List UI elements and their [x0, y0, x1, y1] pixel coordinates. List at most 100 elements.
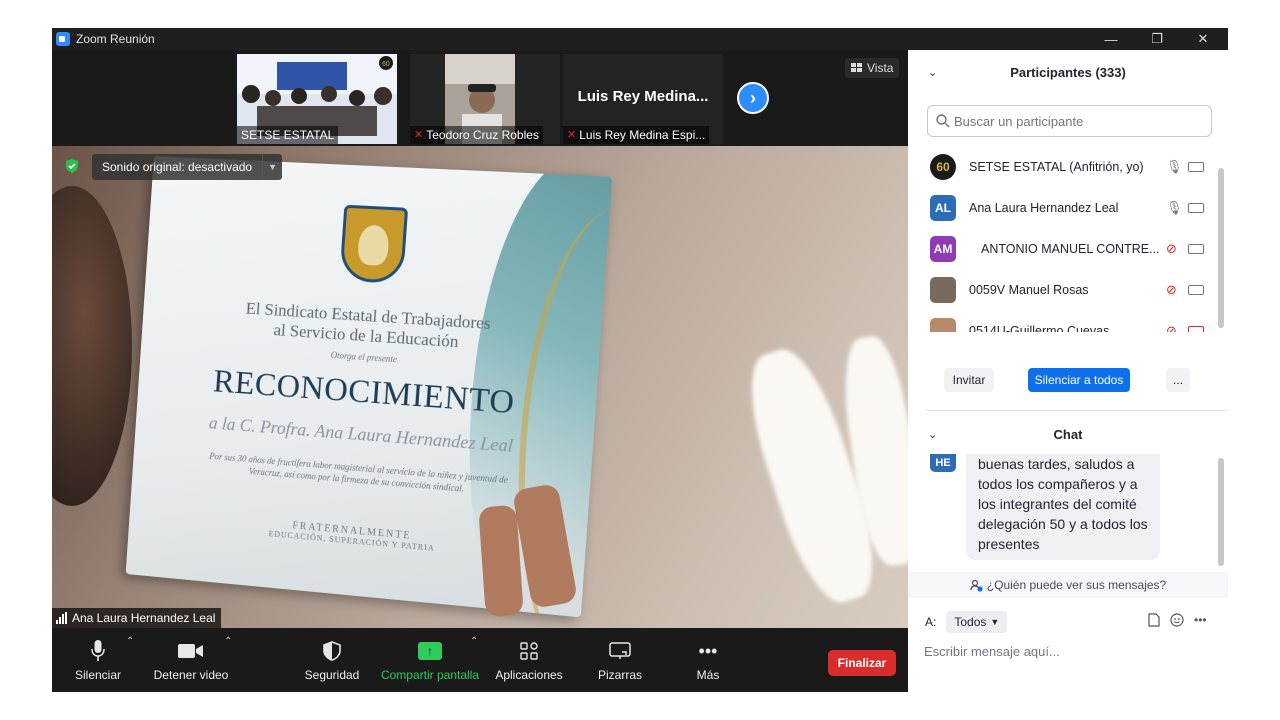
thumbnail-name: ✕ Teodoro Cruz Robles	[410, 126, 543, 144]
apps-icon	[520, 638, 538, 664]
participant-name: 0059V Manuel Rosas	[969, 283, 1089, 297]
whiteboards-button[interactable]: Pizarras	[590, 628, 650, 692]
whiteboard-icon	[609, 638, 631, 664]
speaker-name: Ana Laura Hernandez Leal	[72, 611, 215, 625]
svg-text:60: 60	[382, 61, 390, 68]
share-screen-button[interactable]: ↑ Compartir pantalla	[380, 628, 480, 692]
share-screen-icon: ↑	[418, 642, 442, 660]
invite-button[interactable]: Invitar	[944, 368, 994, 392]
encryption-shield-icon[interactable]	[64, 158, 80, 174]
signal-bars-icon	[56, 612, 67, 624]
search-icon	[936, 114, 950, 128]
muted-microphone-icon[interactable]: ⊘	[1166, 282, 1177, 298]
chat-message-input[interactable]	[924, 640, 1214, 662]
thumbnail-teodoro[interactable]: ✕ Teodoro Cruz Robles	[410, 54, 560, 144]
participant-name: Ana Laura Hernandez Leal	[969, 201, 1118, 215]
more-button[interactable]: ••• Más	[682, 628, 734, 692]
emoji-icon[interactable]	[1170, 613, 1184, 627]
muted-microphone-icon[interactable]: ⊘	[1166, 241, 1177, 257]
chat-message: buenas tardes, saludos a todos los compa…	[966, 454, 1160, 560]
restore-button[interactable]: ❐	[1134, 28, 1180, 50]
participant-scrollbar[interactable]	[1218, 168, 1224, 328]
mute-button[interactable]: Silenciar	[70, 628, 126, 692]
file-icon[interactable]	[1148, 613, 1160, 627]
participant-row[interactable]: 60 SETSE ESTATAL (Anfitrión, yo) 🎙	[908, 146, 1218, 187]
chat-title: Chat	[1054, 427, 1083, 442]
participant-name: SETSE ESTATAL (Anfitrión, yo)	[969, 160, 1144, 174]
sender-avatar: HE	[930, 454, 956, 472]
window-title: Zoom Reunión	[76, 32, 155, 46]
security-button[interactable]: Seguridad	[302, 628, 362, 692]
next-page-button[interactable]: ›	[737, 82, 769, 114]
grid-icon	[851, 63, 862, 73]
who-can-see-messages[interactable]: ¿Quién puede ver sus mensajes?	[908, 572, 1228, 598]
stop-video-button[interactable]: Detener video	[152, 628, 230, 692]
who-can-see-label: ¿Quién puede ver sus mensajes?	[987, 578, 1166, 592]
security-label: Seguridad	[305, 668, 360, 682]
chat-tools: •••	[1148, 613, 1207, 627]
avatar	[930, 318, 956, 333]
participants-header: ⌄ Participantes (333)	[908, 50, 1228, 94]
certificate-closing: FRATERNALMENTE EDUCACIÓN, SUPERACIÓN Y PA…	[195, 512, 513, 560]
zoom-logo-icon	[56, 32, 70, 46]
close-button[interactable]: ✕	[1180, 28, 1226, 50]
participant-row[interactable]: AM ANTONIO MANUEL CONTRE... ⊘	[908, 228, 1218, 269]
video-camera-icon	[178, 638, 204, 664]
share-options-caret-icon[interactable]: ⌃	[470, 636, 478, 647]
participant-search-input[interactable]	[954, 114, 1194, 129]
apps-button[interactable]: Aplicaciones	[492, 628, 566, 692]
end-meeting-button[interactable]: Finalizar	[828, 650, 896, 676]
recipient-dropdown[interactable]: Todos ▼	[946, 611, 1007, 633]
view-button-label: Vista	[867, 61, 893, 75]
security-shield-icon	[323, 638, 341, 664]
meeting-area: 60 SETSE ESTATAL ✕ Teodoro Cruz Robles Lu…	[52, 50, 908, 692]
video-camera-icon[interactable]	[1188, 244, 1204, 254]
participant-name: 0514U-Guillermo Cuevas	[969, 324, 1109, 333]
participant-row[interactable]: 0514U-Guillermo Cuevas ⊘	[908, 310, 1218, 332]
mute-options-caret-icon[interactable]: ⌃	[126, 636, 134, 647]
share-screen-label: Compartir pantalla	[381, 668, 479, 682]
muted-microphone-icon[interactable]: ⊘	[1166, 323, 1177, 333]
avatar	[930, 277, 956, 303]
chat-messages: HE buenas tardes, saludos a todos los co…	[908, 454, 1228, 570]
apps-label: Aplicaciones	[495, 668, 562, 682]
participant-row[interactable]: AL Ana Laura Hernandez Leal 🎙	[908, 187, 1218, 228]
video-camera-icon[interactable]	[1188, 162, 1204, 172]
participant-list: 60 SETSE ESTATAL (Anfitrión, yo) 🎙 AL An…	[908, 144, 1228, 332]
collapse-chevron-icon[interactable]: ⌄	[928, 66, 937, 79]
microphone-icon[interactable]: 🎙	[1166, 159, 1183, 175]
ellipsis-icon: •••	[699, 638, 718, 664]
video-off-icon[interactable]	[1188, 326, 1204, 333]
mute-all-button[interactable]: Silenciar a todos	[1028, 368, 1130, 392]
participant-row[interactable]: 0059V Manuel Rosas ⊘	[908, 269, 1218, 310]
video-options-caret-icon[interactable]: ⌃	[224, 636, 232, 647]
participants-more-button[interactable]: ...	[1166, 368, 1190, 392]
chat-scrollbar[interactable]	[1218, 458, 1224, 566]
side-panel: ⌄ Participantes (333) 60 SETSE ESTATAL (…	[908, 50, 1228, 692]
participant-search[interactable]	[927, 105, 1212, 137]
thumbnail-name: ✕ Luis Rey Medina Espi...	[563, 126, 709, 144]
thumbnail-luis[interactable]: Luis Rey Medina... ✕ Luis Rey Medina Espi…	[563, 54, 723, 144]
video-camera-icon[interactable]	[1188, 285, 1204, 295]
caret-down-icon[interactable]: ▼	[262, 154, 282, 180]
video-camera-icon[interactable]	[1188, 203, 1204, 213]
collapse-chevron-icon[interactable]: ⌄	[928, 428, 937, 441]
participant-name: ANTONIO MANUEL CONTRE...	[981, 242, 1160, 256]
minimize-button[interactable]: —	[1088, 28, 1134, 50]
muted-mic-icon: ✕	[414, 126, 423, 144]
avatar: AM	[930, 236, 956, 262]
hand-finger	[478, 505, 524, 617]
original-sound-toggle[interactable]: Sonido original: desactivado ▼	[92, 154, 282, 180]
participants-title: Participantes (333)	[1010, 65, 1126, 80]
microphone-icon[interactable]: 🎙	[1166, 200, 1183, 216]
microphone-icon	[91, 638, 105, 664]
zoom-window: Zoom Reunión — ❐ ✕ 60 SETSE ESTATAL ✕ Te…	[52, 28, 1228, 692]
share-screen-icon-wrap: ↑	[418, 638, 442, 664]
view-button[interactable]: Vista	[845, 58, 899, 78]
people-info-icon	[970, 579, 983, 592]
muted-mic-icon: ✕	[567, 126, 576, 144]
chat-more-icon[interactable]: •••	[1194, 613, 1207, 627]
title-bar: Zoom Reunión — ❐ ✕	[52, 28, 1228, 50]
whiteboards-label: Pizarras	[598, 668, 642, 682]
thumbnail-setse[interactable]: 60 SETSE ESTATAL	[237, 54, 397, 144]
